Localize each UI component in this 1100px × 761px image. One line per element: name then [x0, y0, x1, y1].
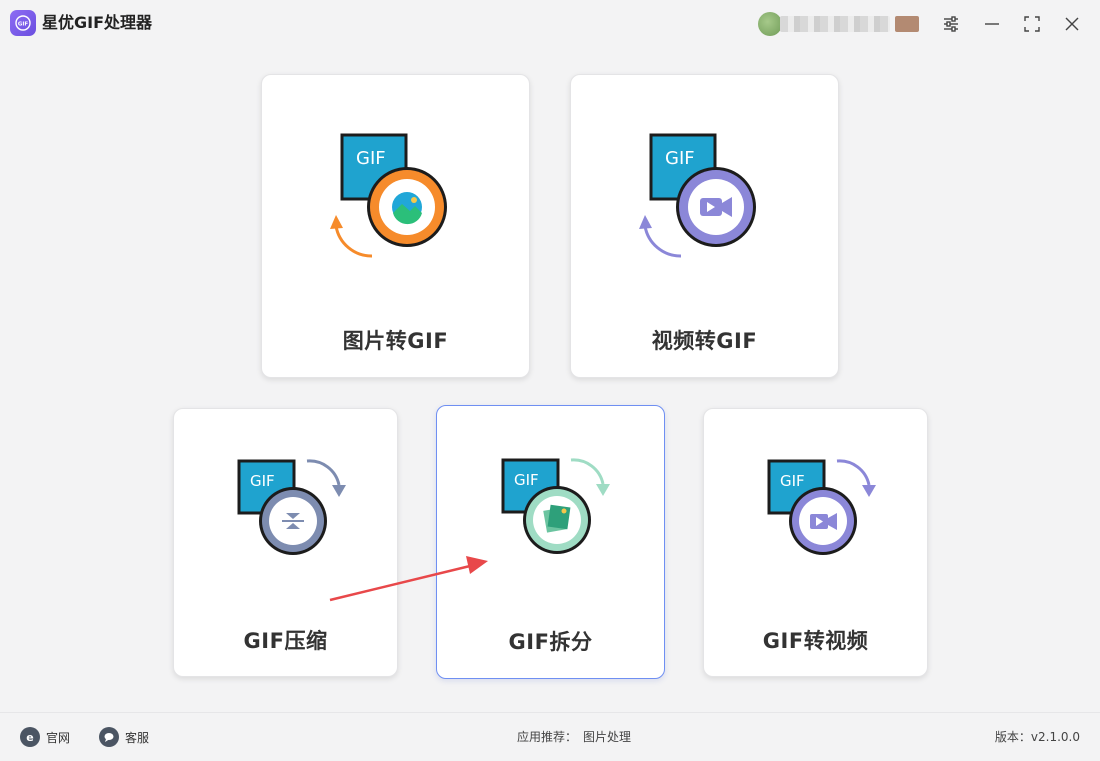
recommend-label: 应用推荐：	[517, 730, 578, 744]
video-to-gif-icon: GIF	[631, 131, 761, 265]
sliders-icon	[944, 16, 958, 32]
gif-compress-label: GIF压缩	[243, 629, 328, 653]
user-badge-redacted	[895, 16, 919, 32]
gif-split-label: GIF拆分	[508, 630, 593, 654]
image-to-gif-card[interactable]: GIF 图片转GIF	[261, 74, 530, 378]
gif-split-card[interactable]: GIF GIF拆分	[436, 405, 665, 679]
gif-compress-card[interactable]: GIF GIF压缩	[173, 408, 398, 677]
image-to-gif-icon: GIF	[322, 131, 452, 265]
minimize-button[interactable]	[980, 12, 1004, 36]
gif-to-video-label: GIF转视频	[762, 629, 869, 653]
support-label: 客服	[125, 730, 150, 745]
app-logo-icon: GIF	[10, 10, 36, 36]
title-bar: GIF 星优GIF处理器	[0, 0, 1100, 48]
gif-split-icon: GIF	[493, 448, 623, 572]
svg-text:e: e	[26, 731, 33, 743]
user-account[interactable]	[752, 10, 922, 38]
app-title: 星优GIF处理器	[42, 13, 153, 32]
close-icon	[1065, 17, 1079, 31]
chat-bubble-icon	[99, 727, 119, 747]
ie-icon: e	[20, 727, 40, 747]
footer-bar: e 官网 客服 应用推荐： 图片处理 版本：v2.1.0.0	[0, 712, 1100, 761]
close-button[interactable]	[1060, 12, 1084, 36]
svg-text:GIF: GIF	[18, 22, 29, 28]
fullscreen-icon	[1024, 16, 1040, 32]
username-redacted	[780, 16, 890, 32]
svg-text:GIF: GIF	[514, 471, 539, 489]
avatar	[758, 12, 782, 36]
support-link[interactable]: 客服	[99, 727, 149, 747]
gif-to-video-icon: GIF	[759, 449, 889, 573]
video-to-gif-label: 视频转GIF	[651, 329, 758, 353]
svg-text:GIF: GIF	[356, 148, 386, 169]
video-to-gif-card[interactable]: GIF 视频转GIF	[570, 74, 839, 378]
version-text: 版本：v2.1.0.0	[994, 730, 1080, 744]
recommend-image-processing-link[interactable]: 图片处理	[583, 730, 631, 744]
svg-text:GIF: GIF	[665, 148, 695, 169]
minimize-icon	[985, 23, 999, 25]
gif-to-video-card[interactable]: GIF GIF转视频	[703, 408, 928, 677]
maximize-button[interactable]	[1020, 12, 1044, 36]
svg-text:GIF: GIF	[780, 472, 805, 490]
svg-text:GIF: GIF	[250, 472, 275, 490]
website-link[interactable]: e 官网	[20, 727, 70, 747]
website-label: 官网	[46, 730, 71, 745]
image-to-gif-label: 图片转GIF	[342, 329, 449, 353]
app-recommendation: 应用推荐： 图片处理	[517, 727, 631, 747]
gif-compress-icon: GIF	[229, 449, 359, 573]
settings-button[interactable]	[939, 12, 963, 36]
